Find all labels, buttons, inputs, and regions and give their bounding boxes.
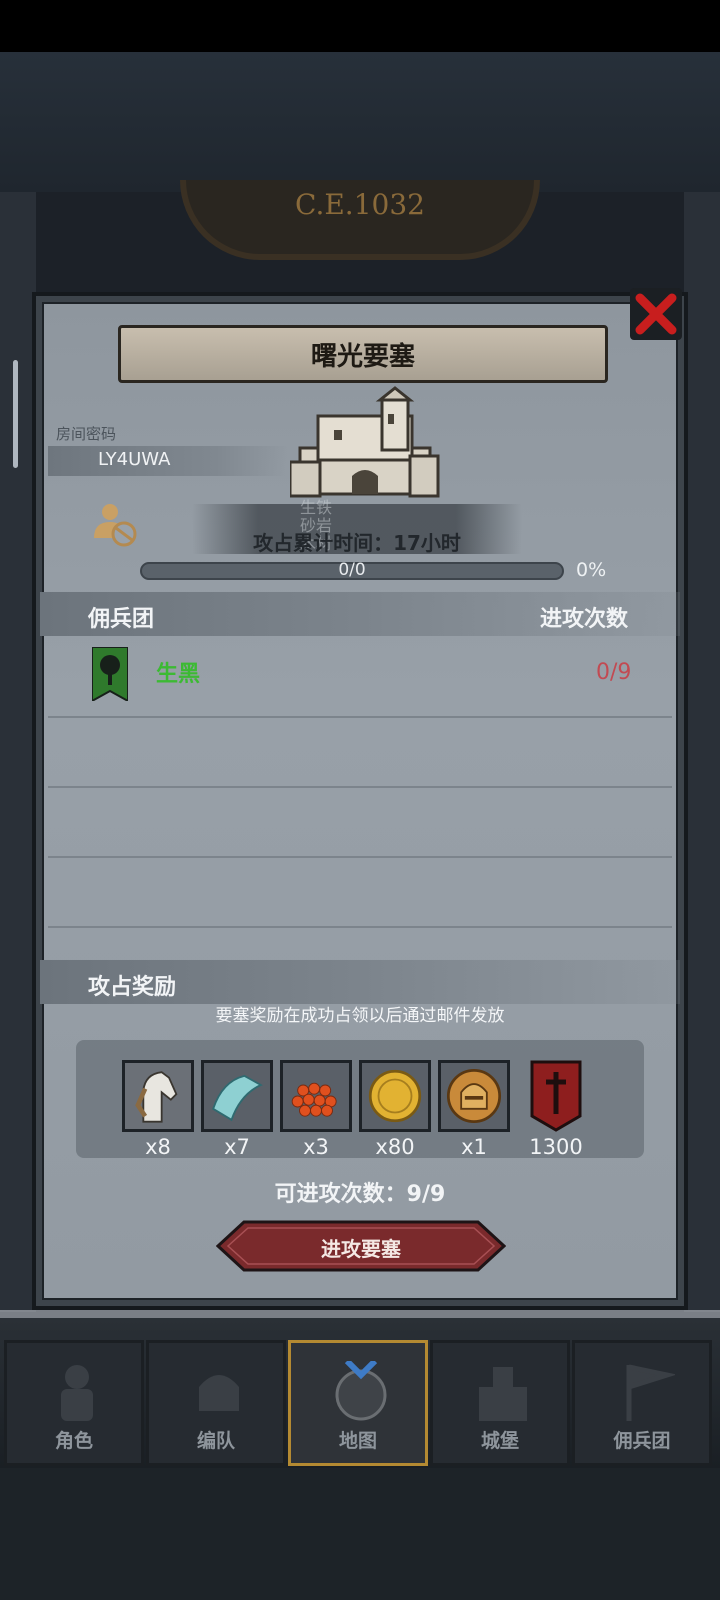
nav-tab-mercenary[interactable]: 佣兵团 [572,1340,712,1466]
attack-count-header: 进攻次数 [540,607,629,632]
compass-icon [335,1361,387,1421]
knight-icon [61,1365,93,1421]
mercenary-header-label: 佣兵团 [88,607,155,632]
attack-fortress-button[interactable] [216,1220,506,1272]
reward-qty: x8 [145,1135,171,1159]
mercenary-name: 生黑 [156,662,201,687]
helmet-icon [199,1375,239,1411]
row-divider [48,716,672,718]
nav-label: 城堡 [480,1430,519,1452]
nav-tab-castle[interactable]: 城堡 [430,1340,570,1466]
row-divider [48,926,672,928]
remaining-attacks: 可进攻次数：9/9 [274,1182,446,1207]
mercenary-row[interactable] [44,640,676,706]
nav-label: 地图 [338,1430,377,1452]
castle-tower-icon [479,1367,527,1421]
user-blocked-icon [94,504,137,547]
nav-tab-formation[interactable]: 编队 [146,1340,286,1466]
reward-qty: x1 [461,1135,487,1159]
occupy-time-text: 攻占累计时间：17小时 [253,531,461,555]
nav-label: 角色 [54,1430,93,1452]
reward-qty: x3 [303,1135,329,1159]
horse-icon[interactable] [122,1060,194,1132]
progress-percent: 0% [576,559,607,581]
row-divider [48,786,672,788]
reward-note: 要塞奖励在成功占领以后通过邮件发放 [215,1006,505,1026]
nav-label: 佣兵团 [613,1430,671,1452]
reward-qty: x7 [224,1135,250,1159]
nav-label: 编队 [196,1430,235,1452]
flag-icon [626,1364,675,1421]
beads-icon[interactable] [280,1060,352,1132]
row-divider [48,856,672,858]
room-code-value: LY4UWA [98,449,171,470]
nav-tab-character[interactable]: 角色 [4,1340,144,1466]
gold-coin-icon[interactable] [359,1060,431,1132]
nav-tab-map[interactable]: 地图 [288,1340,428,1466]
tree-banner-icon [92,647,128,701]
reward-qty: x80 [375,1135,415,1159]
castle-icon [290,386,440,498]
cloth-icon[interactable] [201,1060,273,1132]
reward-qty: 1300 [529,1135,583,1159]
map-edge-right [684,192,720,1312]
bottom-background [0,1468,720,1600]
reward-header-label: 攻占奖励 [88,975,177,1000]
room-code-label: 房间密码 [56,425,117,443]
map-background [0,52,720,192]
helmet-medal-icon[interactable] [438,1060,510,1132]
fortress-title: 曙光要塞 [118,325,608,383]
map-edge-left [0,192,36,1312]
era-year-label: C.E.1032 [295,188,425,221]
mercenary-attack-count: 0/9 [596,660,632,685]
status-bar [0,0,720,52]
close-icon[interactable] [630,288,682,340]
progress-count: 0/0 [338,560,366,580]
sword-banner-icon[interactable] [530,1060,582,1132]
scrollbar-thumb[interactable] [13,360,18,468]
